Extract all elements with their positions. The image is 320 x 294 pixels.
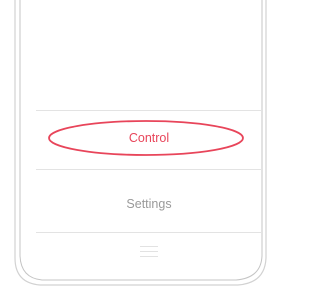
app-screen: Control Settings — [0, 0, 267, 294]
menu-item-settings-label: Settings — [126, 197, 172, 211]
menu-item-control[interactable]: Control — [36, 110, 262, 169]
bottom-menu-bar — [36, 232, 262, 277]
menu-item-settings[interactable]: Settings — [36, 169, 262, 232]
hamburger-menu-icon[interactable] — [140, 245, 158, 257]
menu-item-control-label: Control — [128, 131, 170, 145]
